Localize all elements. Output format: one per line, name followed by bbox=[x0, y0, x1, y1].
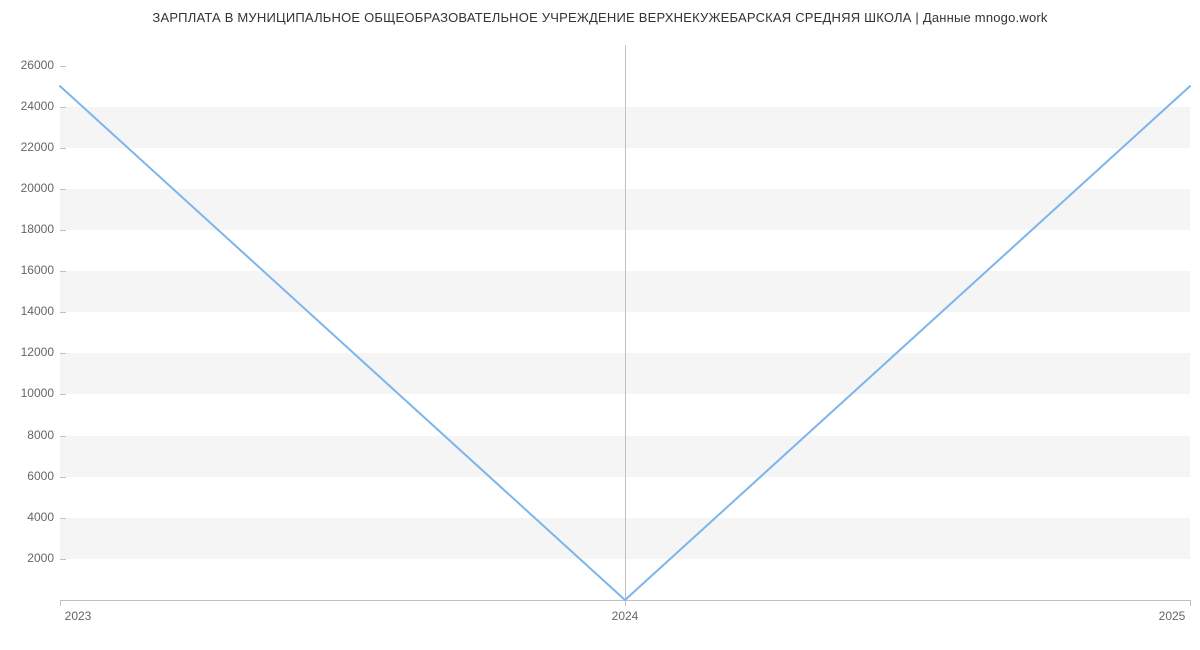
x-axis-tick-label: 2025 bbox=[1159, 609, 1186, 623]
salary-line-chart: ЗАРПЛАТА В МУНИЦИПАЛЬНОЕ ОБЩЕОБРАЗОВАТЕЛ… bbox=[0, 0, 1200, 650]
line-layer bbox=[60, 45, 1190, 600]
x-tick bbox=[1190, 600, 1191, 606]
y-axis-tick-label: 24000 bbox=[4, 99, 54, 113]
chart-title: ЗАРПЛАТА В МУНИЦИПАЛЬНОЕ ОБЩЕОБРАЗОВАТЕЛ… bbox=[0, 10, 1200, 25]
y-axis-tick-label: 20000 bbox=[4, 181, 54, 195]
series-line bbox=[60, 86, 1190, 600]
y-axis-tick-label: 18000 bbox=[4, 222, 54, 236]
y-axis-tick-label: 6000 bbox=[4, 469, 54, 483]
x-tick bbox=[60, 600, 61, 606]
y-axis-tick-label: 4000 bbox=[4, 510, 54, 524]
y-axis-tick-label: 26000 bbox=[4, 58, 54, 72]
x-axis-tick-label: 2023 bbox=[65, 609, 92, 623]
y-axis-tick-label: 16000 bbox=[4, 263, 54, 277]
y-axis-tick-label: 14000 bbox=[4, 304, 54, 318]
y-axis-tick-label: 8000 bbox=[4, 428, 54, 442]
y-axis-tick-label: 12000 bbox=[4, 345, 54, 359]
plot-area[interactable]: 2000400060008000100001200014000160001800… bbox=[60, 45, 1190, 600]
y-axis-tick-label: 2000 bbox=[4, 551, 54, 565]
y-axis-tick-label: 10000 bbox=[4, 386, 54, 400]
x-axis-tick-label: 2024 bbox=[612, 609, 639, 623]
y-axis-tick-label: 22000 bbox=[4, 140, 54, 154]
